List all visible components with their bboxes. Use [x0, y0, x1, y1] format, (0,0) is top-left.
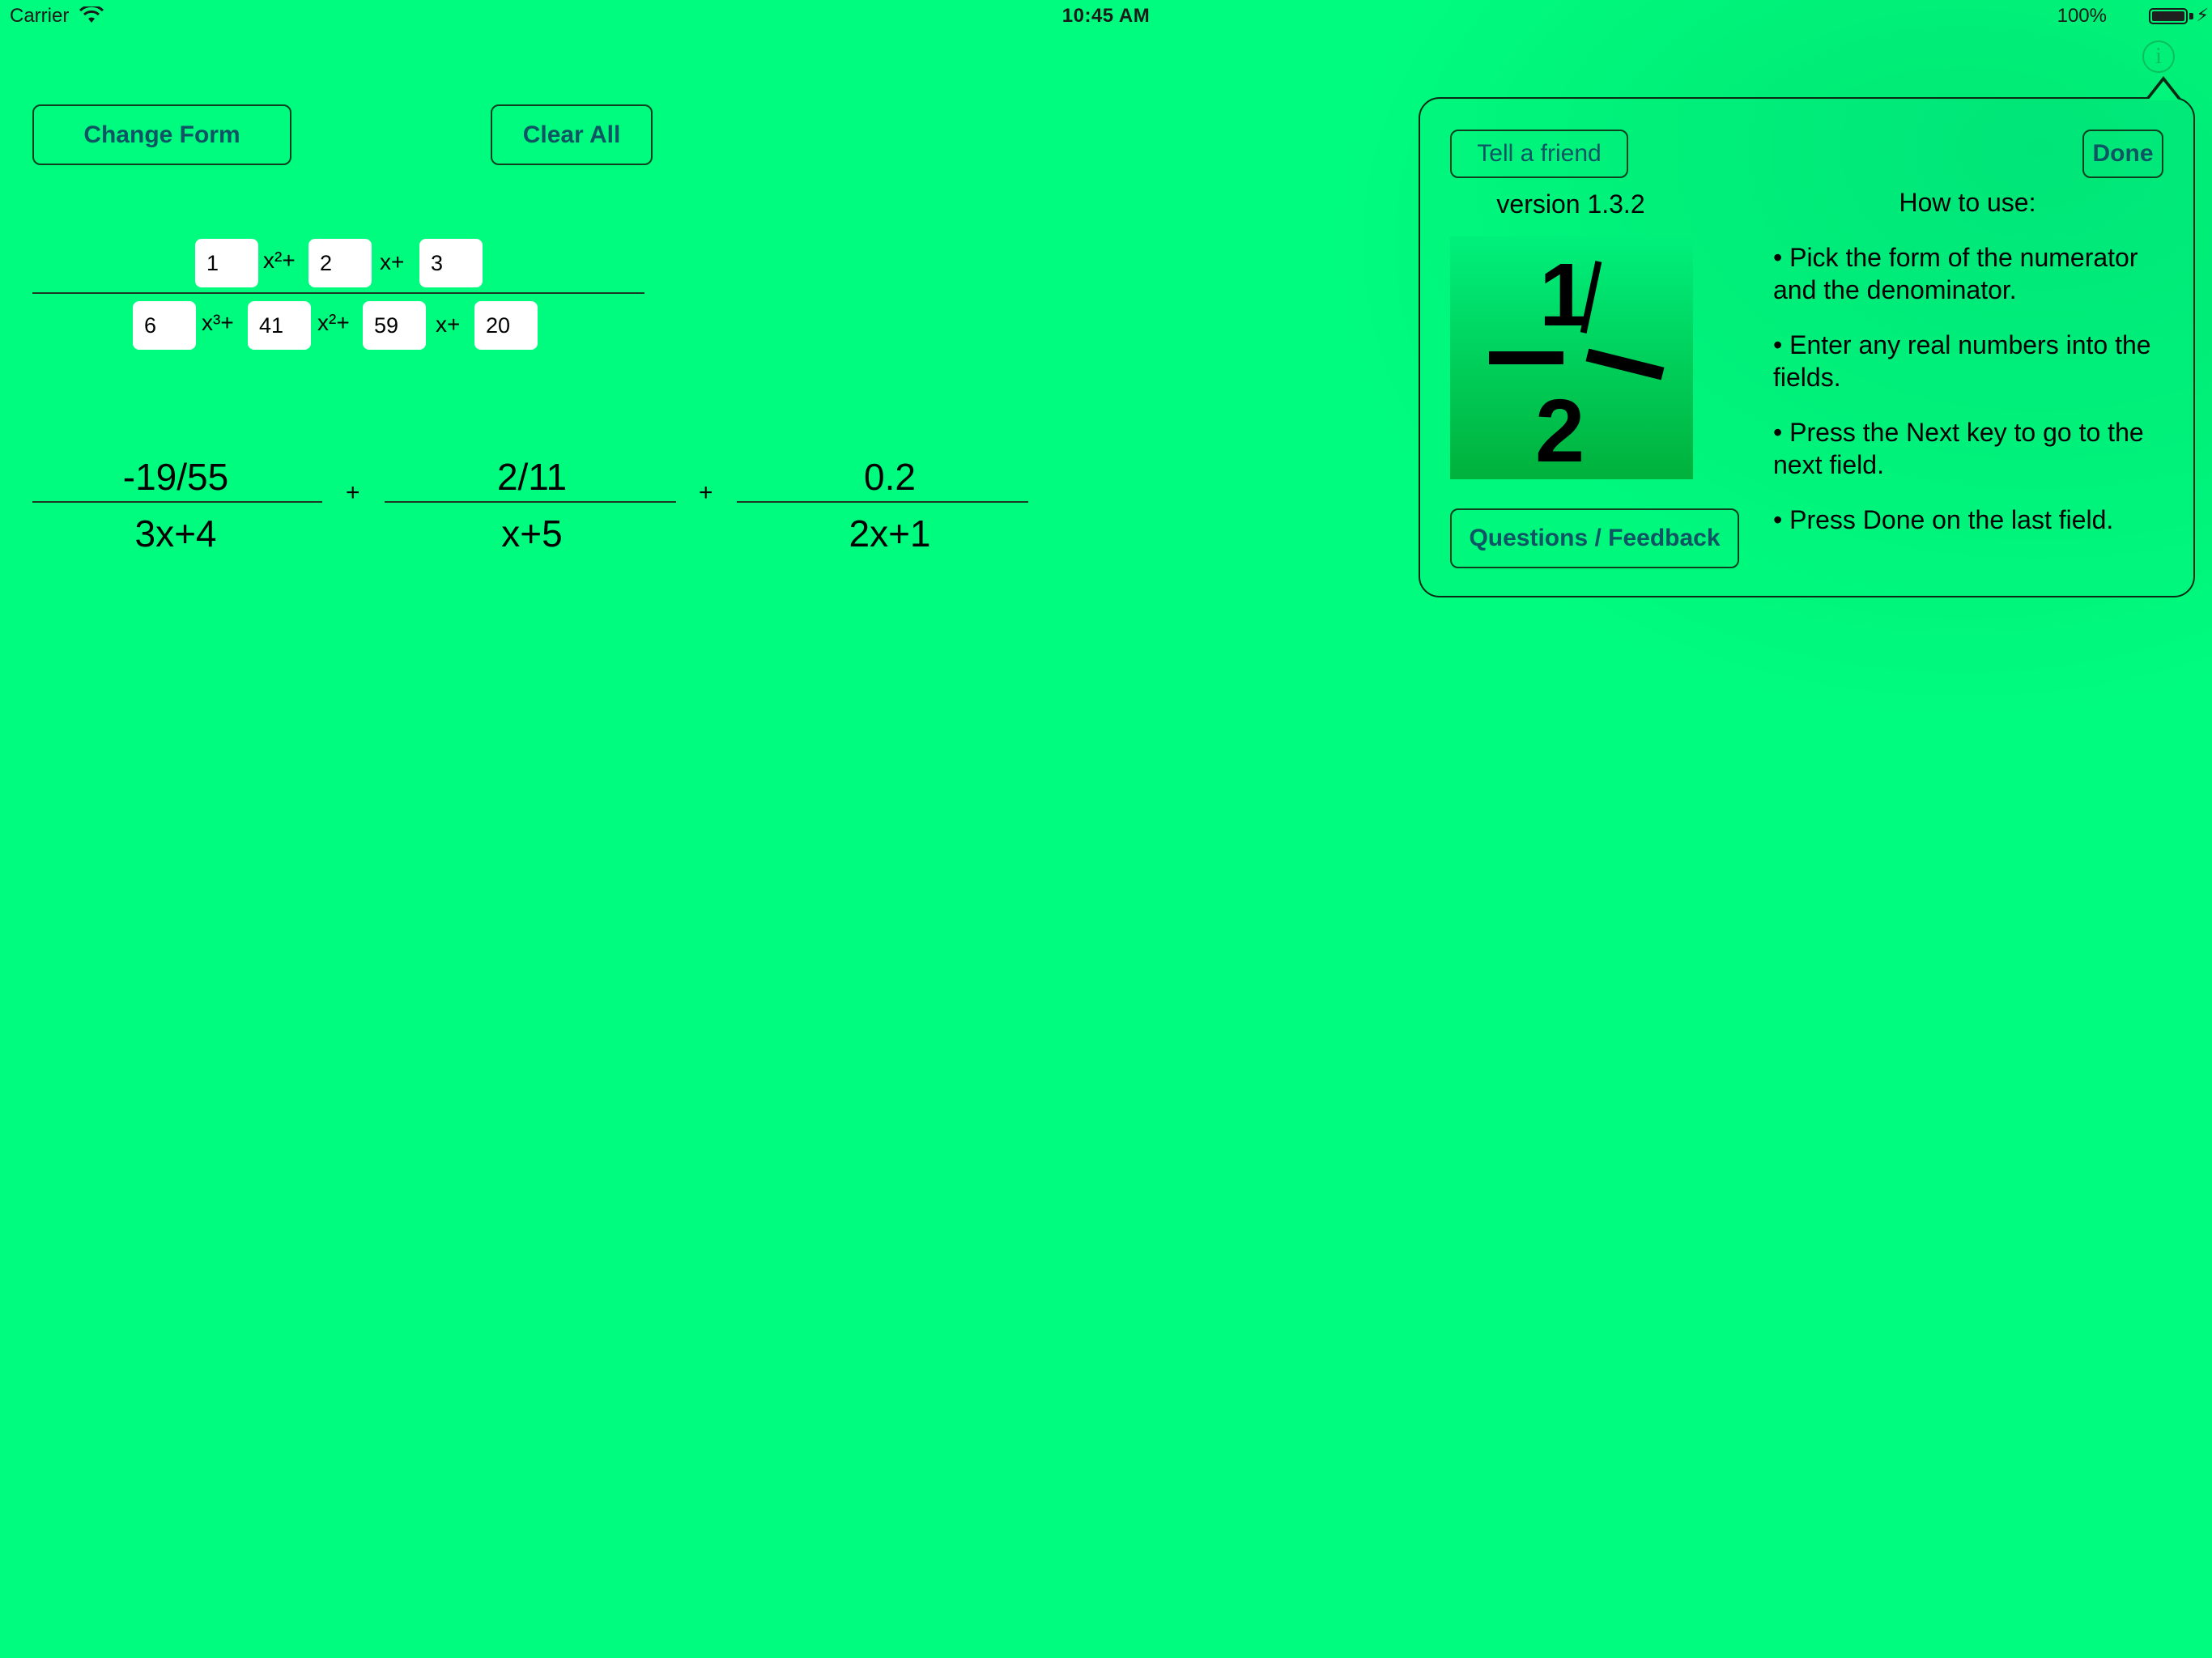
result-3-denominator: 2x+1 [849, 512, 931, 555]
denominator-coefficient-x0[interactable]: 20 [474, 301, 538, 350]
change-form-button[interactable]: Change Form [32, 104, 291, 165]
tell-a-friend-button[interactable]: Tell a friend [1450, 130, 1628, 178]
done-button[interactable]: Done [2082, 130, 2163, 178]
result-1-fraction-bar [32, 501, 322, 503]
battery-icon [2149, 8, 2188, 24]
questions-feedback-button[interactable]: Questions / Feedback [1450, 508, 1739, 568]
numerator-coefficient-x2[interactable]: 1 [195, 239, 258, 287]
howto-title: How to use: [1899, 188, 2036, 217]
howto-item: • Pick the form of the numerator and the… [1773, 243, 2138, 304]
result-plus-2: + [699, 479, 713, 506]
app-logo-graphic: 1 2 [1489, 245, 1665, 481]
howto-list: • Pick the form of the numerator and the… [1773, 241, 2162, 559]
result-2-fraction-bar [385, 501, 676, 503]
denominator-coefficient-x3[interactable]: 6 [133, 301, 196, 350]
howto-item: • Press Done on the last field. [1773, 505, 2114, 534]
result-1-denominator: 3x+4 [134, 512, 217, 555]
result-3-numerator: 0.2 [864, 456, 916, 498]
popover-arrow-fill [2148, 81, 2179, 100]
result-2-numerator: 2/11 [496, 456, 568, 498]
numerator-coefficient-x0[interactable]: 3 [419, 239, 483, 287]
battery-cap [2189, 13, 2193, 19]
denominator-term-x1: x+ [436, 312, 461, 337]
howto-item: • Enter any real numbers into the fields… [1773, 330, 2151, 392]
howto-item: • Press the Next key to go to the next f… [1773, 418, 2144, 479]
result-plus-1: + [346, 479, 360, 506]
denominator-coefficient-x1[interactable]: 59 [363, 301, 426, 350]
numerator-term-x2: x²+ [263, 248, 296, 273]
version-label: version 1.3.2 [1496, 189, 1645, 219]
app-logo: 1 2 [1450, 236, 1693, 481]
charging-bolt-icon: ⚡ [2196, 5, 2209, 25]
numerator-term-x1: x+ [380, 249, 405, 274]
denominator-coefficient-x2[interactable]: 41 [248, 301, 311, 350]
logo-denominator: 2 [1535, 381, 1585, 479]
info-icon[interactable]: i [2142, 40, 2175, 73]
result-1-numerator: -19/55 [122, 456, 229, 498]
result-3-fraction-bar [737, 501, 1028, 503]
denominator-term-x2: x²+ [317, 310, 350, 335]
clear-all-button[interactable]: Clear All [491, 104, 653, 165]
status-time: 10:45 AM [1061, 5, 1151, 27]
result-2-denominator: x+5 [501, 512, 563, 555]
battery-percent: 100% [2057, 5, 2107, 27]
input-fraction-bar [32, 292, 644, 294]
denominator-term-x3: x³+ [202, 310, 234, 335]
numerator-coefficient-x1[interactable]: 2 [308, 239, 372, 287]
